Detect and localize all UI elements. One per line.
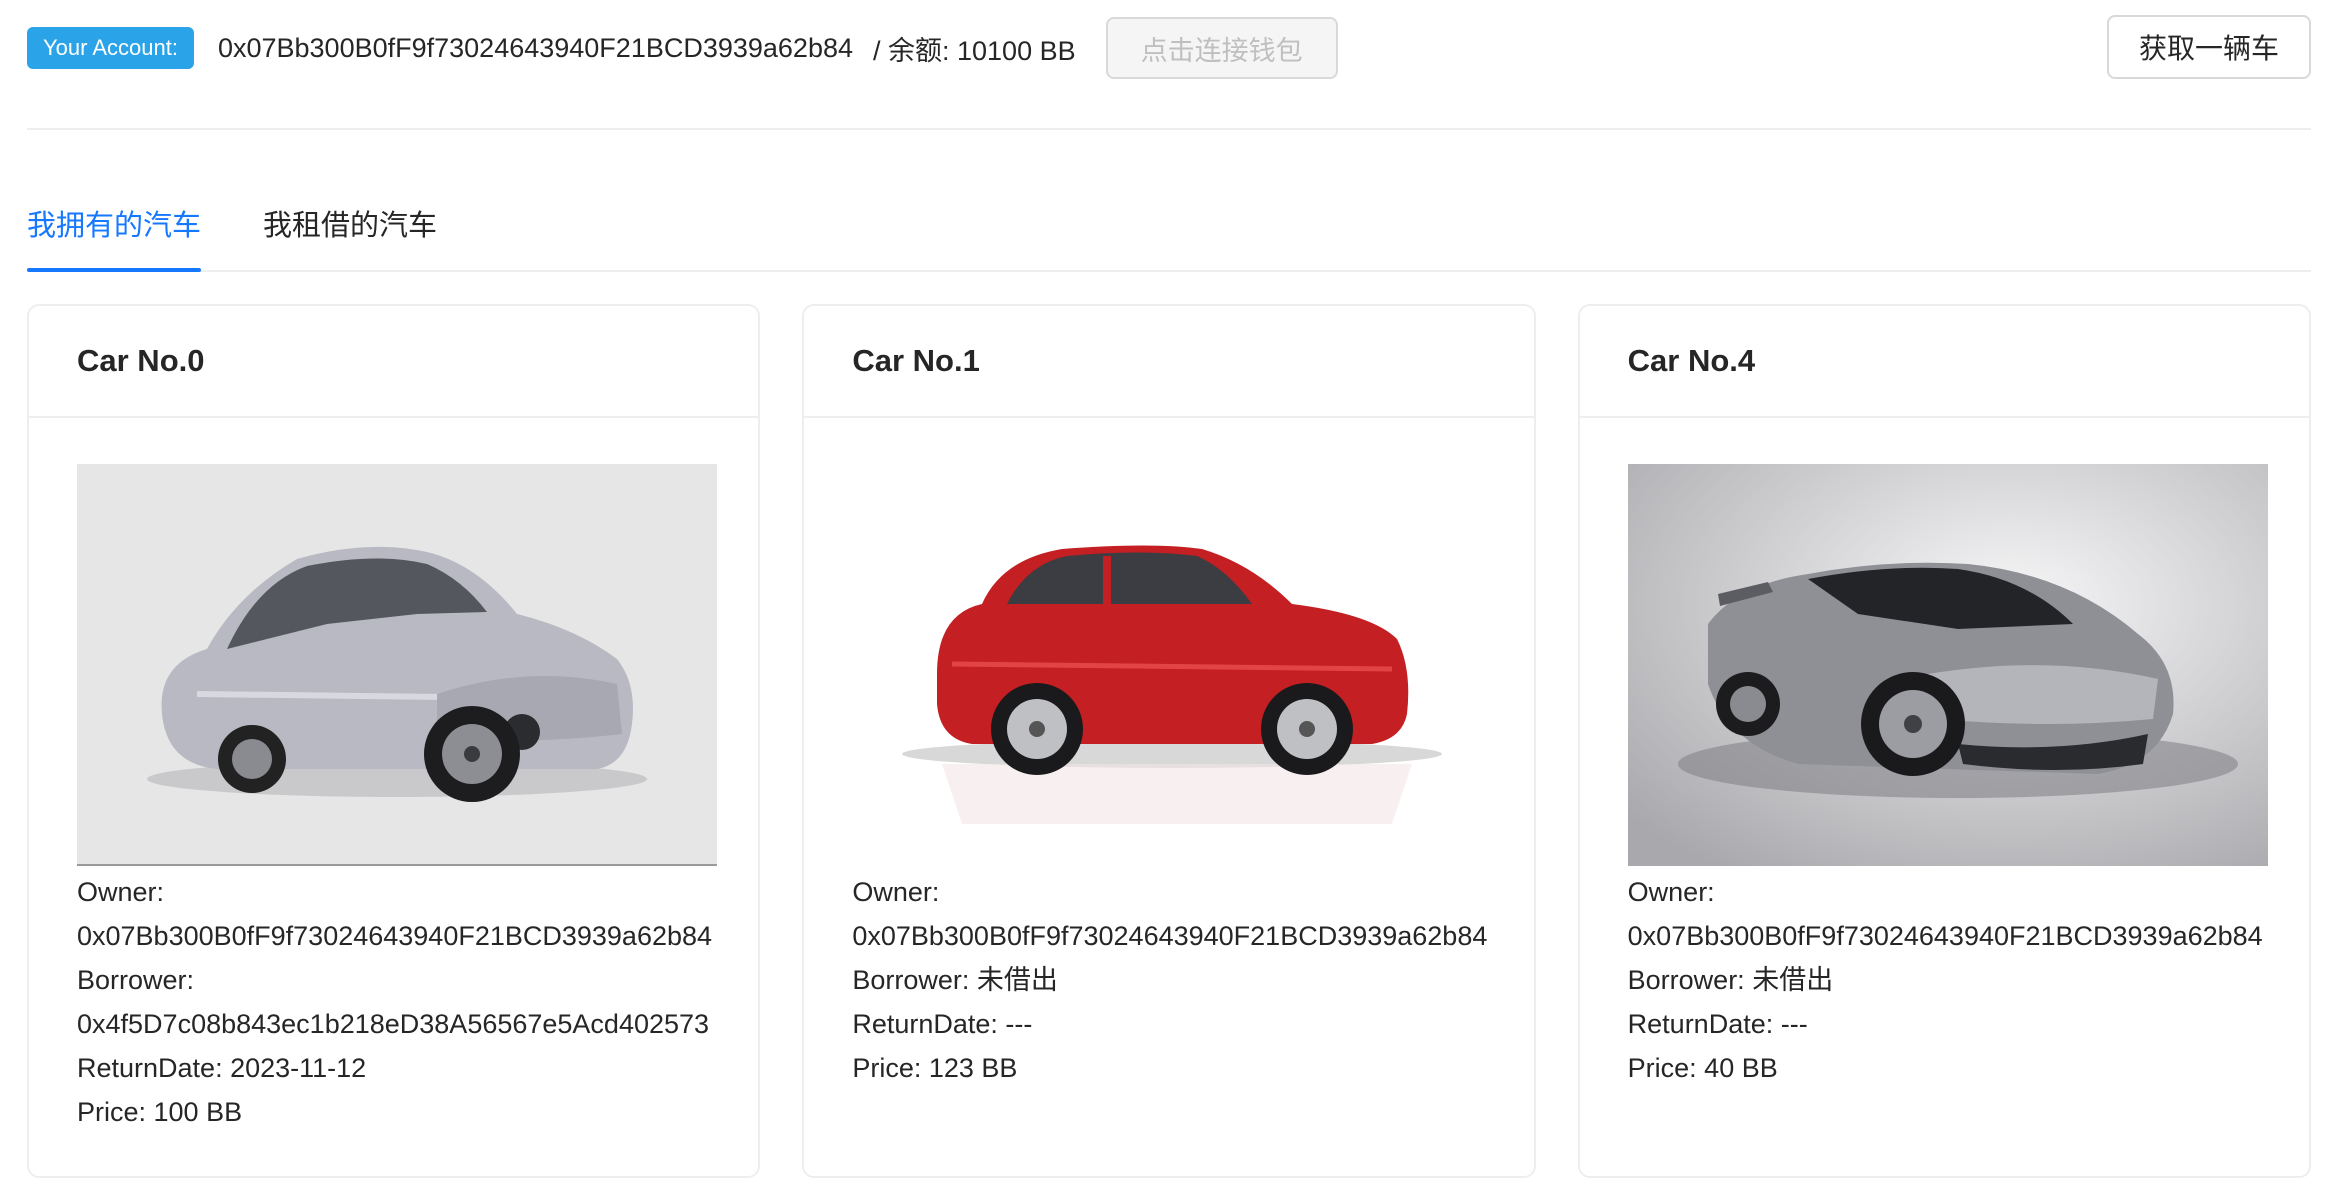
owner-address: 0x07Bb300B0fF9f73024643940F21BCD3939a62b… <box>1627 921 2263 951</box>
owner-label: Owner: <box>77 877 165 907</box>
page: Your Account: 0x07Bb300B0fF9f73024643940… <box>0 0 2338 1204</box>
car-info: Owner: 0x07Bb300B0fF9f73024643940F21BCD3… <box>852 870 1488 1090</box>
return-date: ReturnDate: --- <box>852 1009 1033 1039</box>
owner-address: 0x07Bb300B0fF9f73024643940F21BCD3939a62b… <box>77 921 713 951</box>
connect-wallet-button[interactable]: 点击连接钱包 <box>1105 17 1338 79</box>
price: Price: 100 BB <box>77 1097 243 1127</box>
car-image-silver-sedan <box>77 464 717 866</box>
return-date: ReturnDate: 2023-11-12 <box>77 1053 367 1083</box>
car-card-title: Car No.0 <box>29 306 759 418</box>
borrower-status: Borrower: 未借出 <box>1627 965 1834 995</box>
car-card-title: Car No.1 <box>804 306 1534 418</box>
tab-bar: 我拥有的汽车 我租借的汽车 <box>27 130 2311 272</box>
price: Price: 123 BB <box>852 1053 1018 1083</box>
car-card: Car No.4 Owner: 0x07Bb300B0fF9f730246439… <box>1577 304 2311 1178</box>
car-info: Owner: 0x07Bb300B0fF9f73024643940F21BCD3… <box>1627 870 2263 1090</box>
car-card-body: Owner: 0x07Bb300B0fF9f73024643940F21BCD3… <box>1580 418 2309 1090</box>
car-image-silver-sports-car <box>1627 464 2268 866</box>
borrower-label: Borrower: <box>77 965 195 995</box>
price: Price: 40 BB <box>1627 1053 1778 1083</box>
owner-label: Owner: <box>1627 877 1715 907</box>
account-tag: Your Account: <box>27 27 194 69</box>
car-card-list: Car No.0 Owner: 0x07Bb300B0fF9f730246439… <box>27 304 2311 1178</box>
owner-label: Owner: <box>852 877 940 907</box>
tab-borrowed-cars[interactable]: 我租借的汽车 <box>263 202 437 270</box>
car-card-body: Owner: 0x07Bb300B0fF9f73024643940F21BCD3… <box>804 418 1533 1090</box>
borrower-address: 0x4f5D7c08b843ec1b218eD38A56567e5Acd4025… <box>77 1009 710 1039</box>
car-card: Car No.0 Owner: 0x07Bb300B0fF9f730246439… <box>27 304 761 1178</box>
car-image-red-hatchback <box>852 464 1493 866</box>
car-card-body: Owner: 0x07Bb300B0fF9f73024643940F21BCD3… <box>29 418 758 1134</box>
car-card-title: Car No.4 <box>1579 306 2309 418</box>
account-address: 0x07Bb300B0fF9f73024643940F21BCD3939a62b… <box>217 32 853 63</box>
balance-text: / 余额: 10100 BB <box>873 35 1076 66</box>
return-date: ReturnDate: --- <box>1627 1009 1808 1039</box>
borrower-status: Borrower: 未借出 <box>852 965 1058 995</box>
tab-owned-cars[interactable]: 我拥有的汽车 <box>27 202 202 272</box>
car-card: Car No.1 Owner: 0x07Bb300B0fF9f730246439… <box>802 304 1536 1178</box>
owner-address: 0x07Bb300B0fF9f73024643940F21BCD3939a62b… <box>852 921 1488 951</box>
car-info: Owner: 0x07Bb300B0fF9f73024643940F21BCD3… <box>77 870 713 1134</box>
get-car-button[interactable]: 获取一辆车 <box>2107 15 2311 79</box>
header-bar: Your Account: 0x07Bb300B0fF9f73024643940… <box>27 0 2311 96</box>
